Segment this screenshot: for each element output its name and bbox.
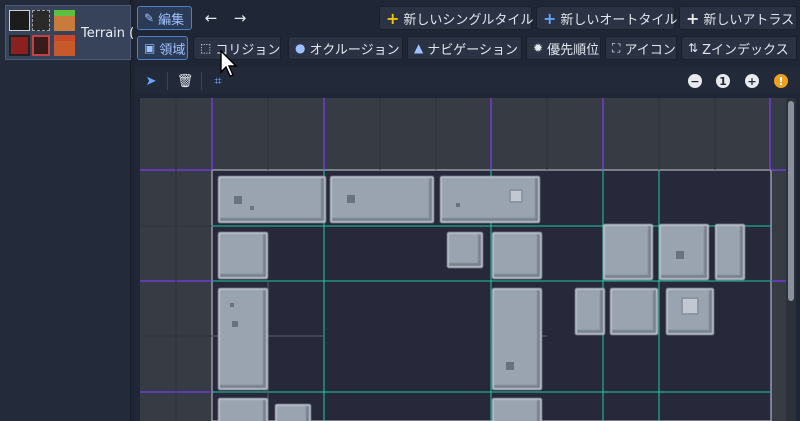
delete-button[interactable]: 🗑 xyxy=(174,69,196,93)
tab-icon[interactable]: ⛶ アイコン xyxy=(605,36,677,60)
tile[interactable] xyxy=(492,232,542,279)
divider xyxy=(201,72,202,90)
tile[interactable] xyxy=(603,224,653,280)
zoom-out-button[interactable]: − xyxy=(688,74,702,88)
tileset-name-label: Terrain ( xyxy=(81,26,133,41)
tile[interactable] xyxy=(218,398,268,421)
tile-detail xyxy=(232,321,238,327)
tile[interactable] xyxy=(575,288,605,335)
tab-priority[interactable]: ✹ 優先順位 xyxy=(526,36,601,60)
tileset-thumbnail xyxy=(54,10,75,31)
tileset-list-panel: Terrain ( xyxy=(0,0,133,421)
tile-detail xyxy=(506,362,514,370)
mouse-cursor-icon xyxy=(220,50,238,77)
tile-detail xyxy=(681,297,699,315)
gear-icon: ✹ xyxy=(533,41,544,55)
tileset-thumbnail xyxy=(32,10,50,31)
tile[interactable] xyxy=(610,288,658,335)
tab-navigation[interactable]: ▲ ナビゲーション xyxy=(407,36,522,60)
tileset-thumbnail xyxy=(32,35,50,56)
vertical-scrollbar[interactable] xyxy=(786,98,796,421)
tab-occlusion[interactable]: ● オクルージョン xyxy=(288,36,403,60)
tile[interactable] xyxy=(715,224,745,280)
tile[interactable] xyxy=(218,232,268,279)
tileset-thumbnail xyxy=(9,10,30,31)
collision-shape-icon: ⬚ xyxy=(200,41,212,55)
tab-region[interactable]: ▣ 領域 xyxy=(137,36,188,60)
tileset-thumbnail xyxy=(9,35,30,56)
back-button[interactable]: ← xyxy=(199,6,223,30)
pointer-icon: ➤ xyxy=(145,73,157,89)
plus-icon: + xyxy=(386,8,400,28)
tile[interactable] xyxy=(218,288,268,390)
tile-detail xyxy=(676,251,684,259)
plus-icon: + xyxy=(543,8,557,28)
tile[interactable] xyxy=(330,176,434,223)
tile-detail xyxy=(230,303,234,307)
arrow-left-icon: ← xyxy=(204,8,218,27)
icon-frame-icon: ⛶ xyxy=(612,41,621,55)
tile[interactable] xyxy=(492,288,542,390)
tileset-thumbnail xyxy=(54,35,75,56)
pencil-icon: ✎ xyxy=(144,11,155,25)
light-occluder-icon: ● xyxy=(295,41,306,55)
forward-button[interactable]: → xyxy=(228,6,252,30)
tileset-list-item[interactable]: Terrain ( xyxy=(5,5,133,60)
info-icon[interactable]: ! xyxy=(774,74,788,88)
tab-z-index[interactable]: ⇅ Zインデックス xyxy=(681,36,797,60)
divider xyxy=(167,72,168,90)
tile-detail xyxy=(456,203,460,207)
tileset-canvas[interactable] xyxy=(140,98,796,421)
tile-detail xyxy=(234,196,242,204)
edit-button[interactable]: ✎ 編集 xyxy=(137,6,192,30)
region-icon: ▣ xyxy=(144,41,156,55)
new-atlas-button[interactable]: + 新しいアトラス xyxy=(679,6,797,30)
new-autotile-button[interactable]: + 新しいオートタイル xyxy=(536,6,677,30)
plus-icon: + xyxy=(686,8,700,28)
tile-detail xyxy=(250,206,254,210)
select-tool-button[interactable]: ➤ xyxy=(140,69,162,93)
tile-detail xyxy=(509,189,523,203)
tile[interactable] xyxy=(447,232,483,268)
tile[interactable] xyxy=(440,176,540,223)
tile[interactable] xyxy=(492,398,542,421)
scrollbar-thumb[interactable] xyxy=(788,101,794,301)
navigation-icon: ▲ xyxy=(414,41,424,55)
arrow-right-icon: → xyxy=(233,8,247,27)
zoom-reset-button[interactable]: 1 xyxy=(716,74,730,88)
zoom-in-button[interactable]: + xyxy=(745,74,759,88)
tile-detail xyxy=(347,195,355,203)
tile[interactable] xyxy=(659,224,709,280)
tile[interactable] xyxy=(275,404,311,421)
trash-icon: 🗑 xyxy=(176,73,194,89)
new-single-tile-button[interactable]: + 新しいシングルタイル xyxy=(379,6,533,30)
sort-icon: ⇅ xyxy=(688,41,699,55)
